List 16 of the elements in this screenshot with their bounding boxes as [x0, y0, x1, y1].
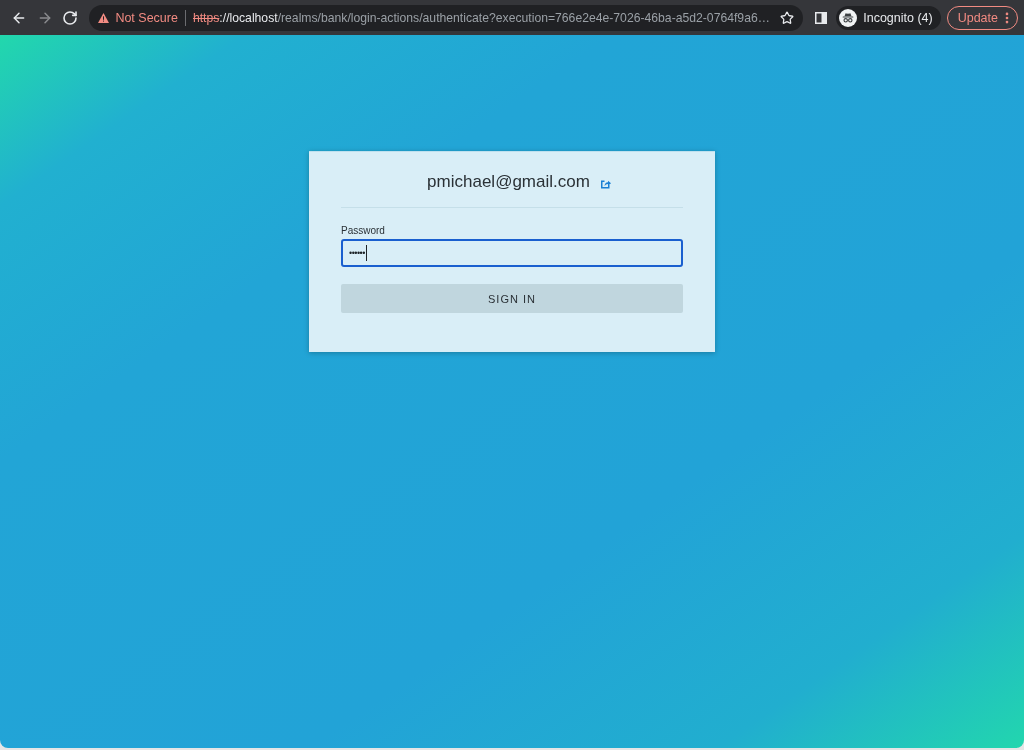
- incognito-icon: [839, 8, 858, 27]
- address-bar[interactable]: Not Secure https://localhost/realms/bank/login-actions/authenticate?execution=766e2e4e-7026-46ba-a5d2-0764f9a6…: [89, 4, 804, 31]
- password-label: Password: [341, 225, 385, 236]
- side-panel-icon: [815, 11, 828, 24]
- sign-in-button[interactable]: SIGN IN: [341, 284, 683, 313]
- url-text[interactable]: https://localhost/realms/bank/login-actions/authenticate?execution=766e2e4e-7026-46ba-a5d2-0764f9a6…: [192, 10, 772, 25]
- star-icon: [780, 10, 795, 25]
- warning-icon: [98, 12, 110, 23]
- reload-icon: [62, 9, 79, 26]
- profile-button[interactable]: Incognito (4): [836, 5, 941, 30]
- password-field[interactable]: ••••••: [341, 239, 683, 267]
- side-panel-button[interactable]: [814, 10, 829, 25]
- username-text: pmichael@gmail.com: [427, 172, 590, 192]
- security-warning[interactable]: Not Secure: [115, 10, 178, 25]
- share-icon[interactable]: [599, 178, 611, 189]
- bookmark-button[interactable]: [779, 9, 796, 26]
